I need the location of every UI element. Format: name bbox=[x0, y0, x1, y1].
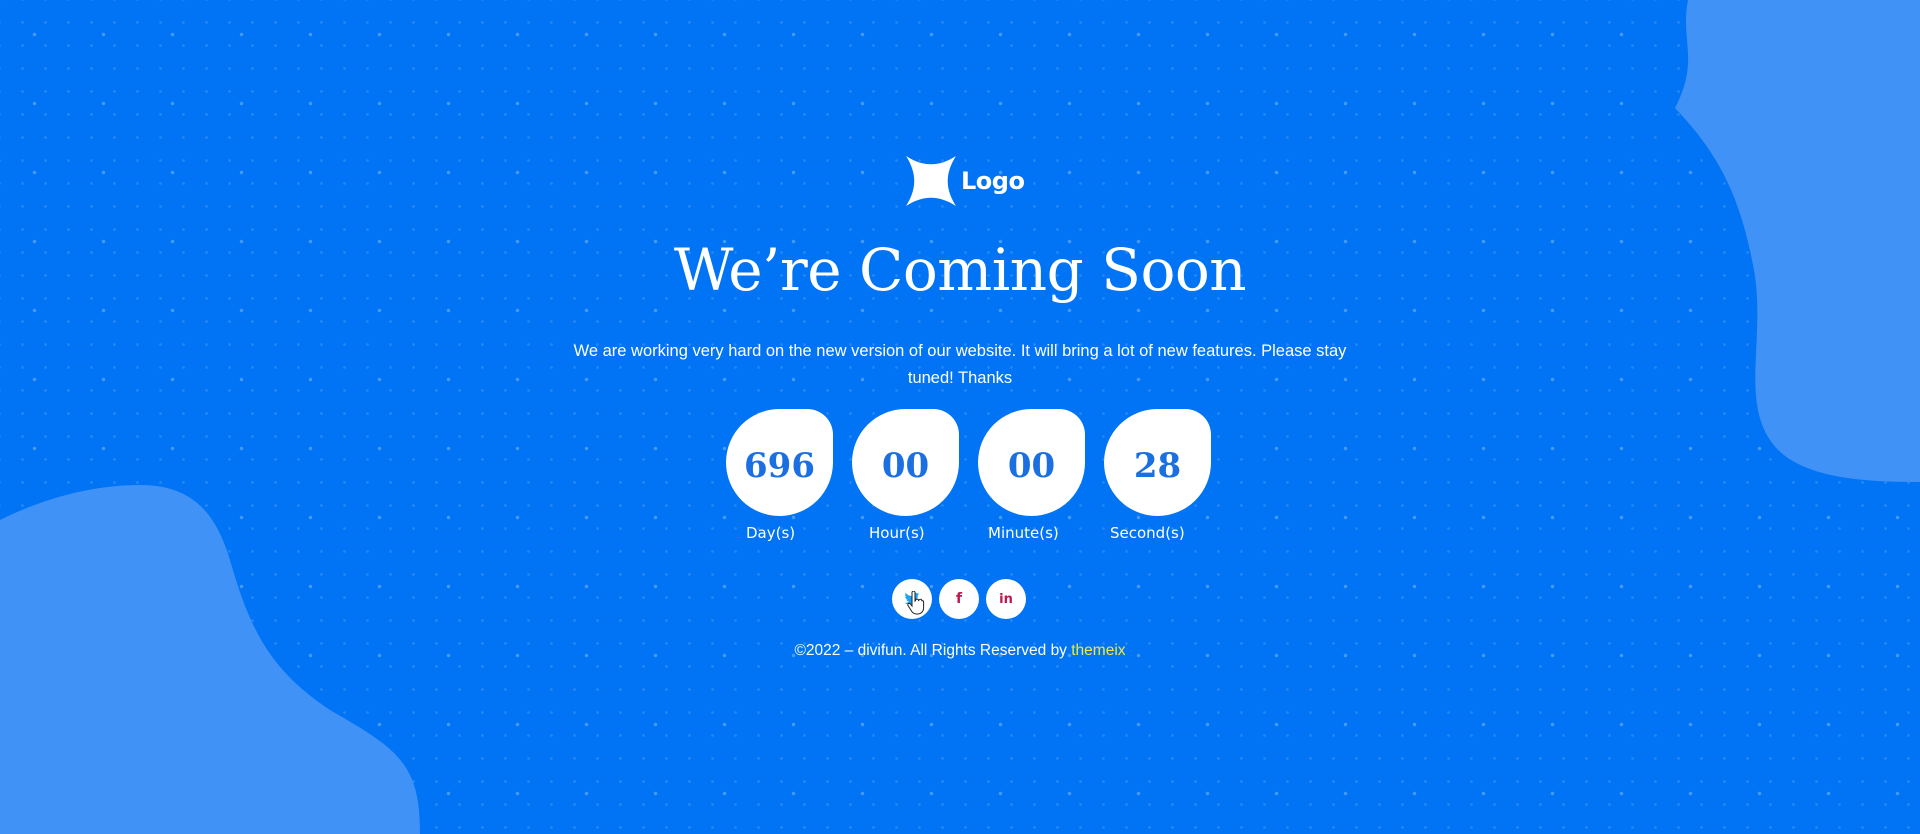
page-description: We are working very hard on the new vers… bbox=[573, 342, 1347, 387]
twitter-button[interactable] bbox=[892, 579, 932, 619]
countdown-seconds-label: Second(s) bbox=[1110, 524, 1185, 542]
linkedin-button[interactable]: in bbox=[986, 579, 1026, 619]
countdown-seconds: 28 Second(s) bbox=[1104, 409, 1214, 549]
countdown-minutes-value: 00 bbox=[1007, 445, 1056, 486]
countdown-seconds-value: 28 bbox=[1133, 445, 1182, 486]
logo-text: Logo bbox=[961, 167, 1025, 195]
countdown-days: 696 Day(s) bbox=[726, 409, 836, 549]
copyright-text: ©2022 – divifun. All Rights Reserved by bbox=[794, 642, 1072, 659]
logo[interactable]: Logo bbox=[905, 155, 1025, 207]
countdown-days-label: Day(s) bbox=[746, 524, 796, 542]
countdown-days-value: 696 bbox=[744, 445, 815, 486]
themeix-link[interactable]: themeix bbox=[1071, 642, 1125, 659]
countdown-hours-value: 00 bbox=[881, 445, 930, 486]
coming-soon-section: Logo We’re Coming Soon We are working ve… bbox=[0, 0, 1920, 834]
countdown-minutes: 00 Minute(s) bbox=[978, 409, 1088, 549]
countdown-hours-label: Hour(s) bbox=[869, 524, 925, 542]
footer-copyright: ©2022 – divifun. All Rights Reserved by … bbox=[0, 642, 1920, 660]
four-point-star-icon bbox=[906, 156, 956, 206]
countdown-hours: 00 Hour(s) bbox=[852, 409, 962, 549]
linkedin-icon: in bbox=[999, 591, 1013, 607]
facebook-icon: f bbox=[955, 591, 963, 607]
social-links: f in bbox=[892, 579, 1026, 619]
twitter-bird-icon bbox=[904, 592, 920, 605]
countdown-minutes-label: Minute(s) bbox=[988, 524, 1059, 542]
facebook-button[interactable]: f bbox=[939, 579, 979, 619]
page-title: We’re Coming Soon bbox=[673, 236, 1247, 304]
